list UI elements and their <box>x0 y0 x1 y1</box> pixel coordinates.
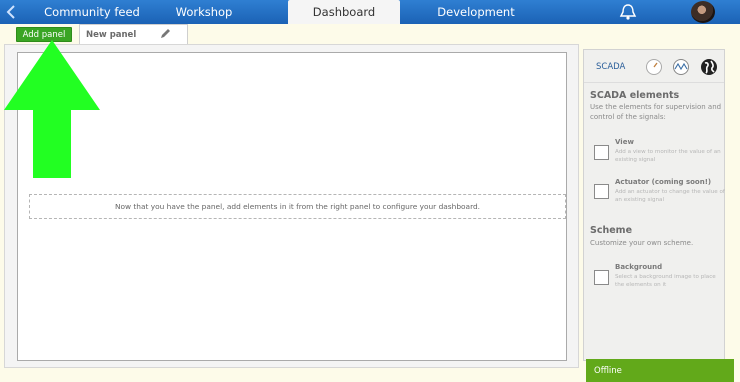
back-chevron-icon[interactable] <box>0 0 22 24</box>
signal-wave-icon[interactable] <box>672 58 690 76</box>
background-element-desc: Select a background image to place the e… <box>615 274 716 288</box>
tab-scada[interactable]: SCADA <box>596 62 625 72</box>
actuator-element-desc: Add an actuator to change the value of a… <box>615 189 725 203</box>
scada-elements-title: SCADA elements <box>590 90 680 101</box>
view-element-desc: Add a view to monitor the value of an ex… <box>615 149 721 163</box>
gauge-icon[interactable] <box>645 58 663 76</box>
actuator-element-title[interactable]: Actuator (coming soon!) <box>615 178 711 186</box>
background-element-icon[interactable] <box>594 270 609 285</box>
empty-panel-hint: Now that you have the panel, add element… <box>29 194 566 219</box>
nav-tab-development[interactable]: Development <box>416 0 536 24</box>
nav-tab-workshop[interactable]: Workshop <box>154 0 254 24</box>
scheme-desc: Customize your own scheme. <box>590 239 694 247</box>
scheme-title: Scheme <box>590 225 633 236</box>
actuator-element-icon[interactable] <box>594 184 609 199</box>
view-element-title[interactable]: View <box>615 138 634 146</box>
view-element-icon[interactable] <box>594 145 609 160</box>
user-avatar[interactable] <box>691 1 715 23</box>
offline-status-bar[interactable]: Offline <box>586 359 734 382</box>
panel-tab-label: New panel <box>86 29 137 40</box>
pencil-edit-icon[interactable] <box>160 28 171 39</box>
background-element-title[interactable]: Background <box>615 263 662 271</box>
notification-bell-icon[interactable] <box>618 3 638 21</box>
nav-tab-community-feed[interactable]: Community feed <box>30 0 154 24</box>
scada-elements-desc: Use the elements for supervision and con… <box>590 103 722 121</box>
elements-sidebar: SCADA SCADA elements Use the elements fo… <box>583 49 725 361</box>
top-nav: Community feed Workshop Dashboard Develo… <box>0 0 740 24</box>
nav-tab-dashboard[interactable]: Dashboard <box>288 0 400 24</box>
globe-icon[interactable] <box>700 58 718 76</box>
sidebar-tabs: SCADA <box>584 50 724 83</box>
green-up-arrow-icon <box>4 40 100 178</box>
